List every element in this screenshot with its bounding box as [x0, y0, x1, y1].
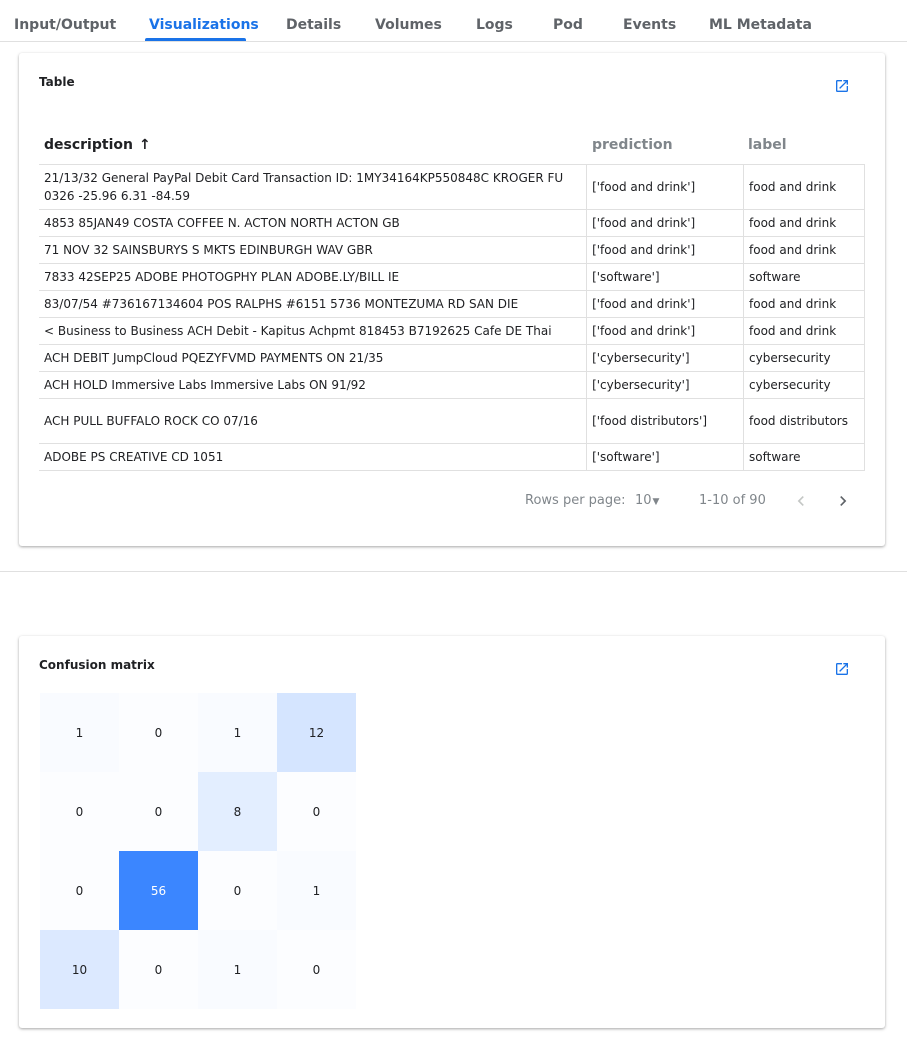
- chevron-right-icon[interactable]: [833, 489, 853, 513]
- table-row: ACH DEBIT JumpCloud PQEZYFVMD PAYMENTS O…: [39, 344, 865, 372]
- cell-description: ACH DEBIT JumpCloud PQEZYFVMD PAYMENTS O…: [39, 344, 588, 372]
- table-row: < Business to Business ACH Debit - Kapit…: [39, 317, 865, 345]
- confusion-matrix-card: Confusion matrix 1 0 1 12 0 0 8 0 0 56 0 1 10 0 1 0: [19, 636, 885, 1028]
- table-card: Table description ↑ prediction label 21/1…: [19, 53, 885, 546]
- cell-prediction: ['food and drink']: [586, 236, 745, 264]
- cell-prediction: ['food and drink']: [586, 317, 745, 345]
- table-card-title: Table: [39, 75, 75, 89]
- arrow-up-icon: ↑: [138, 137, 151, 153]
- table-row: 83/07/54 #736167134604 POS RALPHS #6151 …: [39, 290, 865, 318]
- cell-description: 4853 85JAN49 COSTA COFFEE N. ACTON NORTH…: [39, 209, 588, 237]
- matrix-cell: 0: [40, 772, 119, 851]
- tab-ml-metadata[interactable]: ML Metadata: [709, 17, 812, 33]
- matrix-cell: 56: [119, 851, 198, 930]
- matrix-cell: 8: [198, 772, 277, 851]
- matrix-cell: 0: [40, 851, 119, 930]
- table-header: description ↑ prediction label: [39, 123, 865, 165]
- cell-prediction: ['cybersecurity']: [586, 371, 745, 399]
- column-header-description[interactable]: description ↑: [44, 137, 151, 153]
- cell-description: 71 NOV 32 SAINSBURYS S MKTS EDINBURGH WA…: [39, 236, 588, 264]
- tab-events[interactable]: Events: [623, 17, 676, 33]
- cell-label: food and drink: [743, 164, 865, 210]
- matrix-cell: 0: [277, 772, 356, 851]
- cell-label: cybersecurity: [743, 371, 865, 399]
- tab-details[interactable]: Details: [286, 17, 341, 33]
- cell-prediction: ['food and drink']: [586, 164, 745, 210]
- table-row: 7833 42SEP25 ADOBE PHOTOGPHY PLAN ADOBE.…: [39, 263, 865, 291]
- cell-prediction: ['food and drink']: [586, 209, 745, 237]
- rows-per-page-select[interactable]: 10▼: [635, 493, 659, 508]
- cell-description: 21/13/32 General PayPal Debit Card Trans…: [39, 164, 588, 210]
- cell-description: 7833 42SEP25 ADOBE PHOTOGPHY PLAN ADOBE.…: [39, 263, 588, 291]
- section-divider: [0, 571, 907, 572]
- tab-visualizations[interactable]: Visualizations: [149, 17, 259, 33]
- cell-description: ADOBE PS CREATIVE CD 1051: [39, 443, 588, 471]
- caret-down-icon: ▼: [652, 497, 660, 507]
- cell-label: software: [743, 263, 865, 291]
- chevron-left-icon[interactable]: [791, 489, 811, 513]
- cell-prediction: ['software']: [586, 263, 745, 291]
- tab-input-output[interactable]: Input/Output: [14, 17, 116, 33]
- table-row: 4853 85JAN49 COSTA COFFEE N. ACTON NORTH…: [39, 209, 865, 237]
- tab-pod[interactable]: Pod: [553, 17, 583, 33]
- cell-label: food distributors: [743, 398, 865, 444]
- rows-per-page-label: Rows per page:: [525, 493, 626, 508]
- matrix-cell: 0: [119, 772, 198, 851]
- cell-prediction: ['cybersecurity']: [586, 344, 745, 372]
- tab-volumes[interactable]: Volumes: [375, 17, 442, 33]
- table-row: 21/13/32 General PayPal Debit Card Trans…: [39, 164, 865, 210]
- cell-prediction: ['food distributors']: [586, 398, 745, 444]
- matrix-cell: 10: [40, 930, 119, 1009]
- cell-label: cybersecurity: [743, 344, 865, 372]
- tab-bar: Input/Output Visualizations Details Volu…: [0, 0, 907, 42]
- cell-label: software: [743, 443, 865, 471]
- cell-label: food and drink: [743, 209, 865, 237]
- cell-label: food and drink: [743, 317, 865, 345]
- matrix-cell: 0: [277, 930, 356, 1009]
- cell-description: < Business to Business ACH Debit - Kapit…: [39, 317, 588, 345]
- cell-label: food and drink: [743, 290, 865, 318]
- cell-description: ACH PULL BUFFALO ROCK CO 07/16: [39, 398, 588, 444]
- cell-prediction: ['food and drink']: [586, 290, 745, 318]
- matrix-cell: 1: [277, 851, 356, 930]
- cell-description: 83/07/54 #736167134604 POS RALPHS #6151 …: [39, 290, 588, 318]
- cell-description: ACH HOLD Immersive Labs Immersive Labs O…: [39, 371, 588, 399]
- table-row: ACH HOLD Immersive Labs Immersive Labs O…: [39, 371, 865, 399]
- table-row: ADOBE PS CREATIVE CD 1051 ['software'] s…: [39, 443, 865, 471]
- pagination: Rows per page: 10▼ 1-10 of 90: [19, 489, 885, 513]
- table-row: 71 NOV 32 SAINSBURYS S MKTS EDINBURGH WA…: [39, 236, 865, 264]
- table-row: ACH PULL BUFFALO ROCK CO 07/16 ['food di…: [39, 398, 865, 444]
- matrix-cell: 0: [198, 851, 277, 930]
- tab-logs[interactable]: Logs: [476, 17, 513, 33]
- matrix-cell: 0: [119, 693, 198, 772]
- open-in-new-icon[interactable]: [834, 78, 850, 94]
- cell-label: food and drink: [743, 236, 865, 264]
- matrix-cell: 1: [198, 930, 277, 1009]
- data-table: 21/13/32 General PayPal Debit Card Trans…: [39, 164, 865, 471]
- confusion-matrix-title: Confusion matrix: [39, 658, 155, 672]
- matrix-cell: 12: [277, 693, 356, 772]
- matrix-cell: 1: [40, 693, 119, 772]
- open-in-new-icon[interactable]: [834, 661, 850, 677]
- cell-prediction: ['software']: [586, 443, 745, 471]
- matrix-cell: 0: [119, 930, 198, 1009]
- active-tab-indicator: [145, 38, 246, 41]
- column-header-label[interactable]: label: [748, 137, 787, 153]
- column-header-prediction[interactable]: prediction: [592, 137, 673, 153]
- page-range: 1-10 of 90: [699, 493, 766, 508]
- matrix-cell: 1: [198, 693, 277, 772]
